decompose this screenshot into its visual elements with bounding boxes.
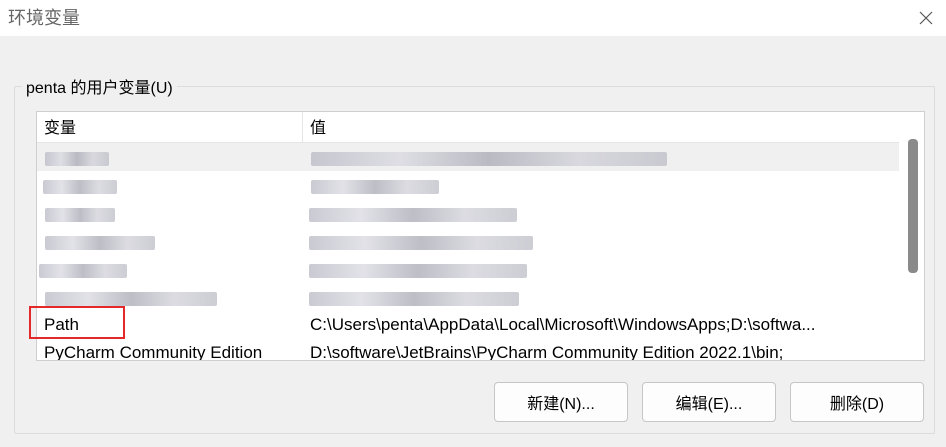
blurred-value xyxy=(309,236,533,250)
new-button[interactable]: 新建(N)... xyxy=(494,382,628,422)
vertical-scrollbar[interactable] xyxy=(900,112,924,360)
blurred-variable xyxy=(45,152,109,166)
pycharm-variable-cell: PyCharm Community Edition xyxy=(44,343,263,361)
blurred-value xyxy=(311,152,667,166)
user-variables-label: penta 的用户变量(U) xyxy=(22,74,177,98)
window-title: 环境变量 xyxy=(8,8,80,28)
blurred-value xyxy=(309,208,517,222)
blurred-variable xyxy=(45,208,115,222)
title-bar: 环境变量 xyxy=(0,0,946,36)
table-row[interactable] xyxy=(37,171,899,199)
delete-button[interactable]: 删除(D) xyxy=(790,382,924,422)
blurred-value xyxy=(309,264,527,278)
blurred-value xyxy=(311,180,439,194)
table-row[interactable] xyxy=(37,283,899,311)
table-row[interactable] xyxy=(37,227,899,255)
column-header-variable[interactable]: 变量 xyxy=(37,112,303,142)
user-variables-list[interactable]: 变量 值 Path C:\Users\penta\AppData\Local\M… xyxy=(36,111,925,361)
blurred-variable xyxy=(39,264,127,278)
edit-button[interactable]: 编辑(E)... xyxy=(642,382,776,422)
table-row[interactable] xyxy=(37,255,899,283)
path-value-cell: C:\Users\penta\AppData\Local\Microsoft\W… xyxy=(310,315,816,334)
list-header: 变量 值 xyxy=(37,112,899,143)
table-row[interactable] xyxy=(37,199,899,227)
table-row-path[interactable]: Path C:\Users\penta\AppData\Local\Micros… xyxy=(37,311,899,339)
scrollbar-thumb[interactable] xyxy=(908,139,918,273)
blurred-variable xyxy=(43,180,117,194)
blurred-value xyxy=(309,292,519,306)
table-row[interactable] xyxy=(37,143,899,171)
env-variables-window: 环境变量 penta 的用户变量(U) 变量 值 Path C:\Users\p… xyxy=(0,0,946,447)
path-highlight-box xyxy=(29,306,125,339)
table-row-pycharm[interactable]: PyCharm Community Edition D:\software\Je… xyxy=(37,339,899,361)
blurred-variable xyxy=(45,236,155,250)
blurred-variable xyxy=(45,292,217,306)
close-button[interactable] xyxy=(906,0,946,36)
close-icon xyxy=(919,11,933,25)
column-header-value[interactable]: 值 xyxy=(303,112,899,142)
pycharm-value-cell: D:\software\JetBrains\PyCharm Community … xyxy=(310,343,784,361)
